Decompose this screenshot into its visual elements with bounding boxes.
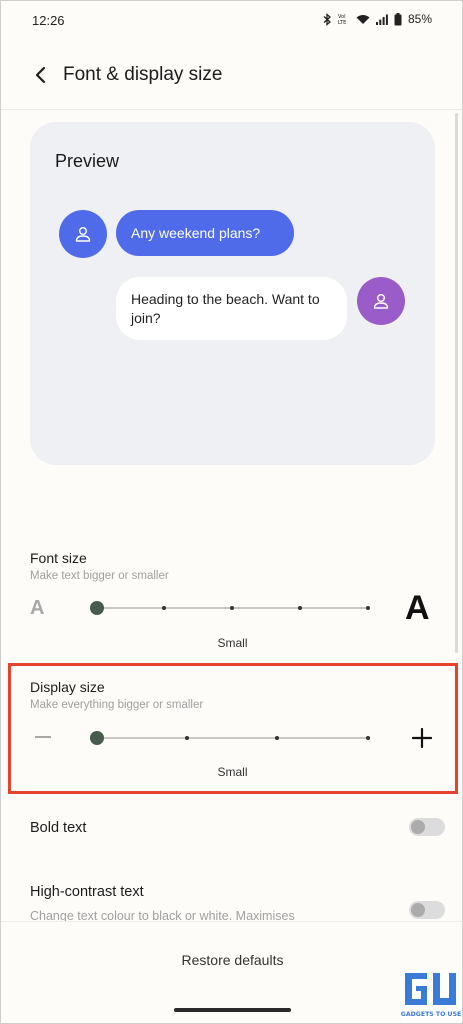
- gesture-nav-handle[interactable]: [174, 1008, 291, 1012]
- svg-text:GADGETS TO USE: GADGETS TO USE: [401, 1011, 461, 1018]
- font-size-title: Font size: [30, 550, 87, 566]
- outgoing-message-bubble: Heading to the beach. Want to join?: [116, 277, 347, 340]
- bluetooth-icon: [323, 12, 331, 26]
- status-time: 12:26: [32, 13, 65, 28]
- status-icons: VoI LTE 85%: [323, 12, 432, 26]
- display-size-value: Small: [217, 765, 248, 779]
- preview-card: Preview Any weekend plans? Heading to th…: [30, 122, 435, 465]
- font-size-subtitle: Make text bigger or smaller: [30, 570, 169, 582]
- slider-step: [275, 736, 279, 740]
- high-contrast-label: High-contrast text: [30, 884, 144, 900]
- outgoing-avatar: [357, 277, 405, 325]
- screen: 12:26 VoI LTE 85% Font & display size Pre…: [0, 0, 463, 1024]
- bold-text-label: Bold text: [30, 820, 87, 836]
- svg-text:LTE: LTE: [338, 20, 346, 25]
- slider-thumb[interactable]: [90, 731, 104, 745]
- slider-track: [97, 737, 369, 739]
- slider-step: [162, 606, 166, 610]
- gadgets-to-use-logo: GADGETS TO USE: [401, 969, 461, 1021]
- header-divider: [1, 109, 462, 110]
- display-size-subtitle: Make everything bigger or smaller: [30, 699, 204, 711]
- page-title: Font & display size: [63, 64, 223, 85]
- plus-icon[interactable]: [412, 728, 432, 748]
- back-arrow-icon[interactable]: [31, 65, 51, 85]
- high-contrast-toggle[interactable]: [409, 901, 445, 919]
- font-size-value: Small: [217, 636, 248, 650]
- slider-step: [366, 606, 370, 610]
- scrollbar[interactable]: [455, 113, 458, 653]
- status-bar: 12:26 VoI LTE 85%: [1, 1, 462, 41]
- wifi-icon: [356, 14, 370, 24]
- font-small-icon[interactable]: A: [30, 597, 44, 620]
- toggle-knob: [411, 820, 425, 834]
- battery-percent: 85%: [407, 12, 432, 26]
- font-large-icon[interactable]: A: [405, 589, 430, 628]
- slider-step: [185, 736, 189, 740]
- incoming-message-bubble: Any weekend plans?: [116, 210, 294, 256]
- display-size-title: Display size: [30, 679, 105, 695]
- signal-icon: [375, 14, 388, 25]
- preview-title: Preview: [55, 151, 120, 171]
- slider-step: [230, 606, 234, 610]
- restore-defaults-button[interactable]: Restore defaults: [1, 952, 462, 968]
- minus-icon[interactable]: [35, 736, 51, 738]
- bottom-bar: Restore defaults GADGETS TO USE: [1, 921, 462, 1023]
- volte-icon: VoILTE: [338, 14, 346, 25]
- bold-text-toggle[interactable]: [409, 818, 445, 836]
- incoming-avatar: [59, 210, 107, 258]
- slider-thumb[interactable]: [90, 601, 104, 615]
- app-header: Font & display size: [1, 53, 462, 99]
- person-icon: [373, 294, 389, 309]
- slider-step: [298, 606, 302, 610]
- slider-step: [366, 736, 370, 740]
- person-icon: [75, 227, 91, 242]
- battery-icon: [394, 12, 402, 25]
- toggle-knob: [411, 903, 425, 917]
